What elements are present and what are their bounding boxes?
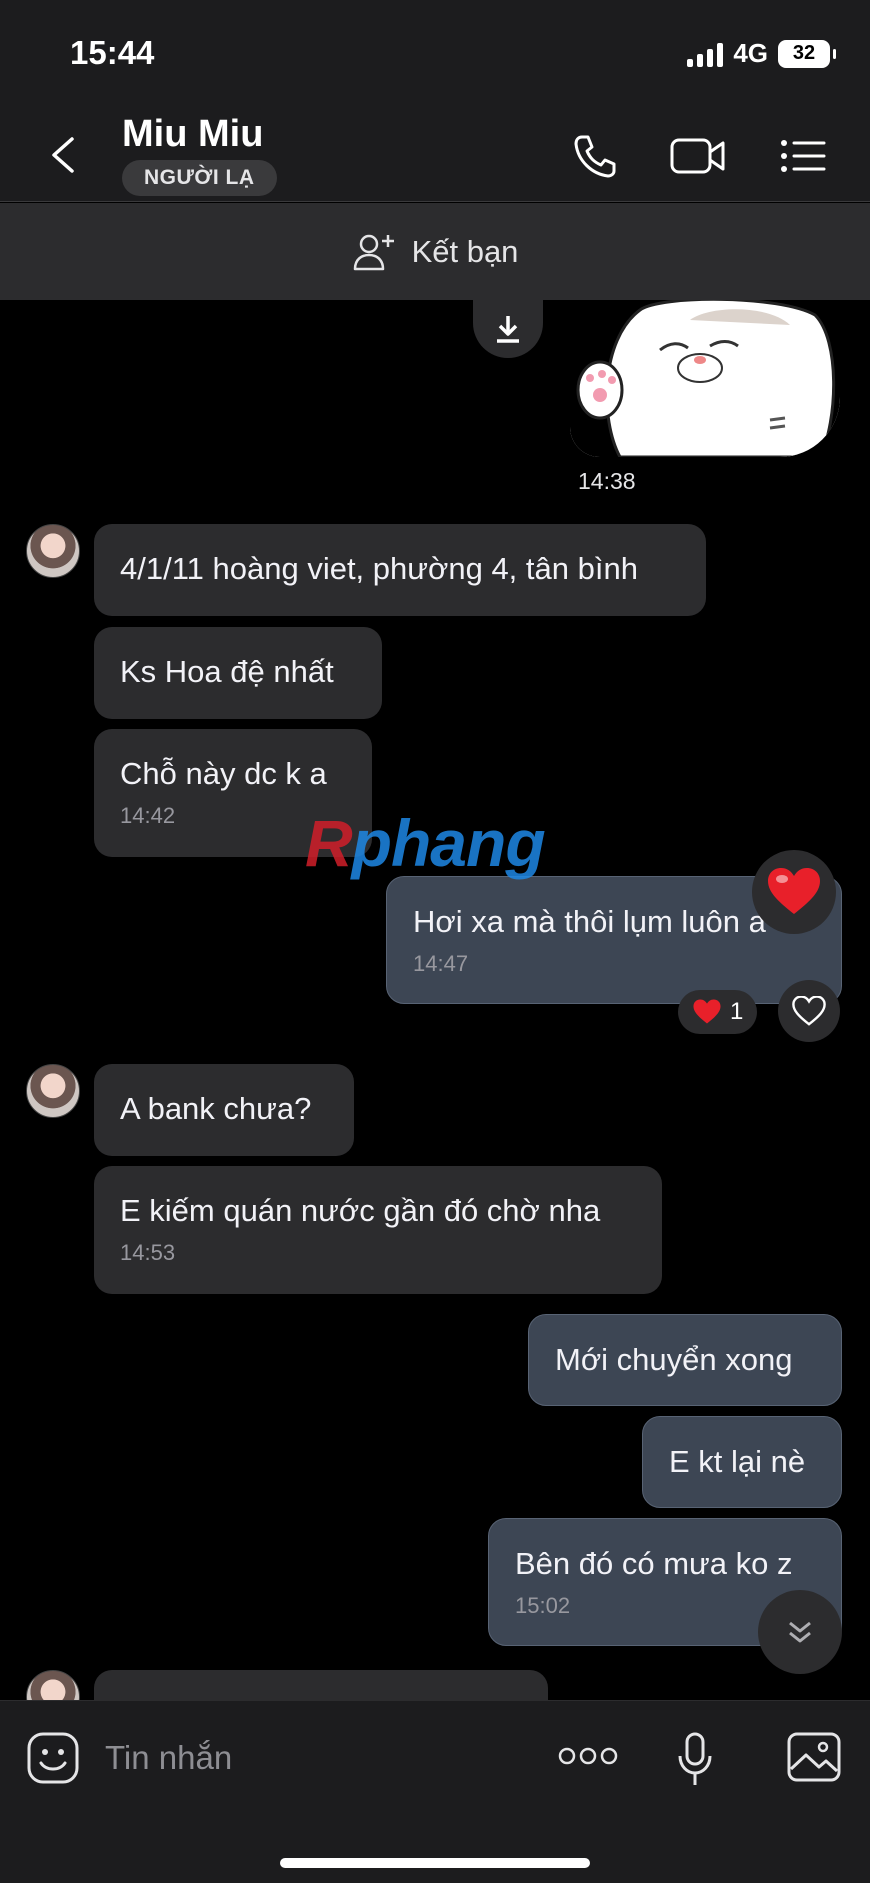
message-text: Mới chuyển xong [555, 1342, 793, 1377]
outgoing-message[interactable]: E kt lại nè [642, 1416, 842, 1508]
status-bar: 15:44 4G 32 [0, 0, 870, 105]
incoming-message[interactable]: E kiếm quán nước gần đó chờ nha 14:53 [94, 1166, 662, 1294]
chat-header: Miu Miu NGƯỜI LẠ [0, 105, 870, 202]
incoming-message[interactable]: Ks Hoa đệ nhất [94, 627, 382, 719]
message-text: Hơi xa mà thôi lụm luôn a [413, 904, 766, 939]
message-time: 14:47 [413, 951, 469, 976]
watermark-logo: Rphang [305, 805, 546, 881]
message-time: 14:38 [578, 468, 636, 494]
add-user-icon [353, 234, 394, 270]
watermark-rest: phang [351, 806, 546, 880]
status-indicators: 4G 32 [687, 38, 836, 69]
heart-icon [693, 999, 721, 1024]
emoji-icon[interactable] [26, 1731, 80, 1785]
message-time: 14:53 [120, 1240, 176, 1265]
download-icon [497, 316, 519, 343]
message-text: E kt lại nè [669, 1444, 806, 1479]
avatar[interactable] [26, 1064, 80, 1118]
message-text: Bên đó có mưa ko z [515, 1546, 793, 1581]
incoming-message[interactable]: A bank chưa? [94, 1064, 354, 1156]
message-input[interactable]: Tin nhắn [105, 1739, 232, 1777]
list-icon[interactable] [778, 131, 828, 181]
incoming-message[interactable]: 4/1/11 hoàng viet, phường 4, tân bình [94, 524, 706, 616]
avatar[interactable] [26, 524, 80, 578]
battery-icon: 32 [778, 39, 836, 68]
message-text: Ks Hoa đệ nhất [120, 654, 334, 689]
message-list[interactable]: 14:38 4/1/11 hoàng viet, phường 4, tân b… [0, 300, 870, 1700]
scroll-to-bottom-button[interactable] [758, 1590, 842, 1674]
status-time: 15:44 [70, 34, 155, 71]
battery-level: 32 [792, 42, 816, 64]
phone-icon[interactable] [570, 131, 620, 181]
signal-icon [687, 41, 724, 67]
message-text: Chỗ này dc k a [120, 756, 327, 791]
like-button[interactable] [778, 980, 840, 1042]
more-dots-icon[interactable] [558, 1746, 618, 1766]
reaction-count: 1 [730, 998, 744, 1025]
composer-bar: Tin nhắn [0, 1700, 870, 1883]
microphone-icon[interactable] [676, 1731, 714, 1789]
contact-name[interactable]: Miu Miu [122, 113, 263, 156]
sticker-image[interactable] [570, 300, 840, 457]
heart-icon [768, 868, 820, 914]
network-type: 4G [733, 38, 768, 68]
add-friend-label: Kết bạn [411, 233, 519, 269]
message-text: A bank chưa? [120, 1091, 312, 1126]
avatar[interactable] [26, 1670, 80, 1700]
home-indicator [280, 1858, 590, 1868]
watermark-first: R [305, 806, 353, 880]
stranger-badge: NGƯỜI LẠ [122, 160, 277, 196]
heart-outline-icon [792, 996, 826, 1026]
add-friend-button[interactable]: Kết bạn [0, 203, 870, 300]
outgoing-message[interactable]: Mới chuyển xong [528, 1314, 842, 1406]
video-camera-icon[interactable] [668, 131, 728, 181]
incoming-message[interactable] [94, 1670, 548, 1700]
message-text: E kiếm quán nước gần đó chờ nha [120, 1193, 601, 1228]
chevron-left-icon[interactable] [48, 135, 78, 175]
double-chevron-down-icon [789, 1621, 811, 1643]
message-text: 4/1/11 hoàng viet, phường 4, tân bình [120, 551, 638, 586]
reaction-count-badge[interactable]: 1 [678, 990, 758, 1034]
heart-reaction-icon[interactable] [752, 850, 836, 934]
download-button[interactable] [473, 300, 543, 358]
image-icon[interactable] [786, 1731, 842, 1783]
